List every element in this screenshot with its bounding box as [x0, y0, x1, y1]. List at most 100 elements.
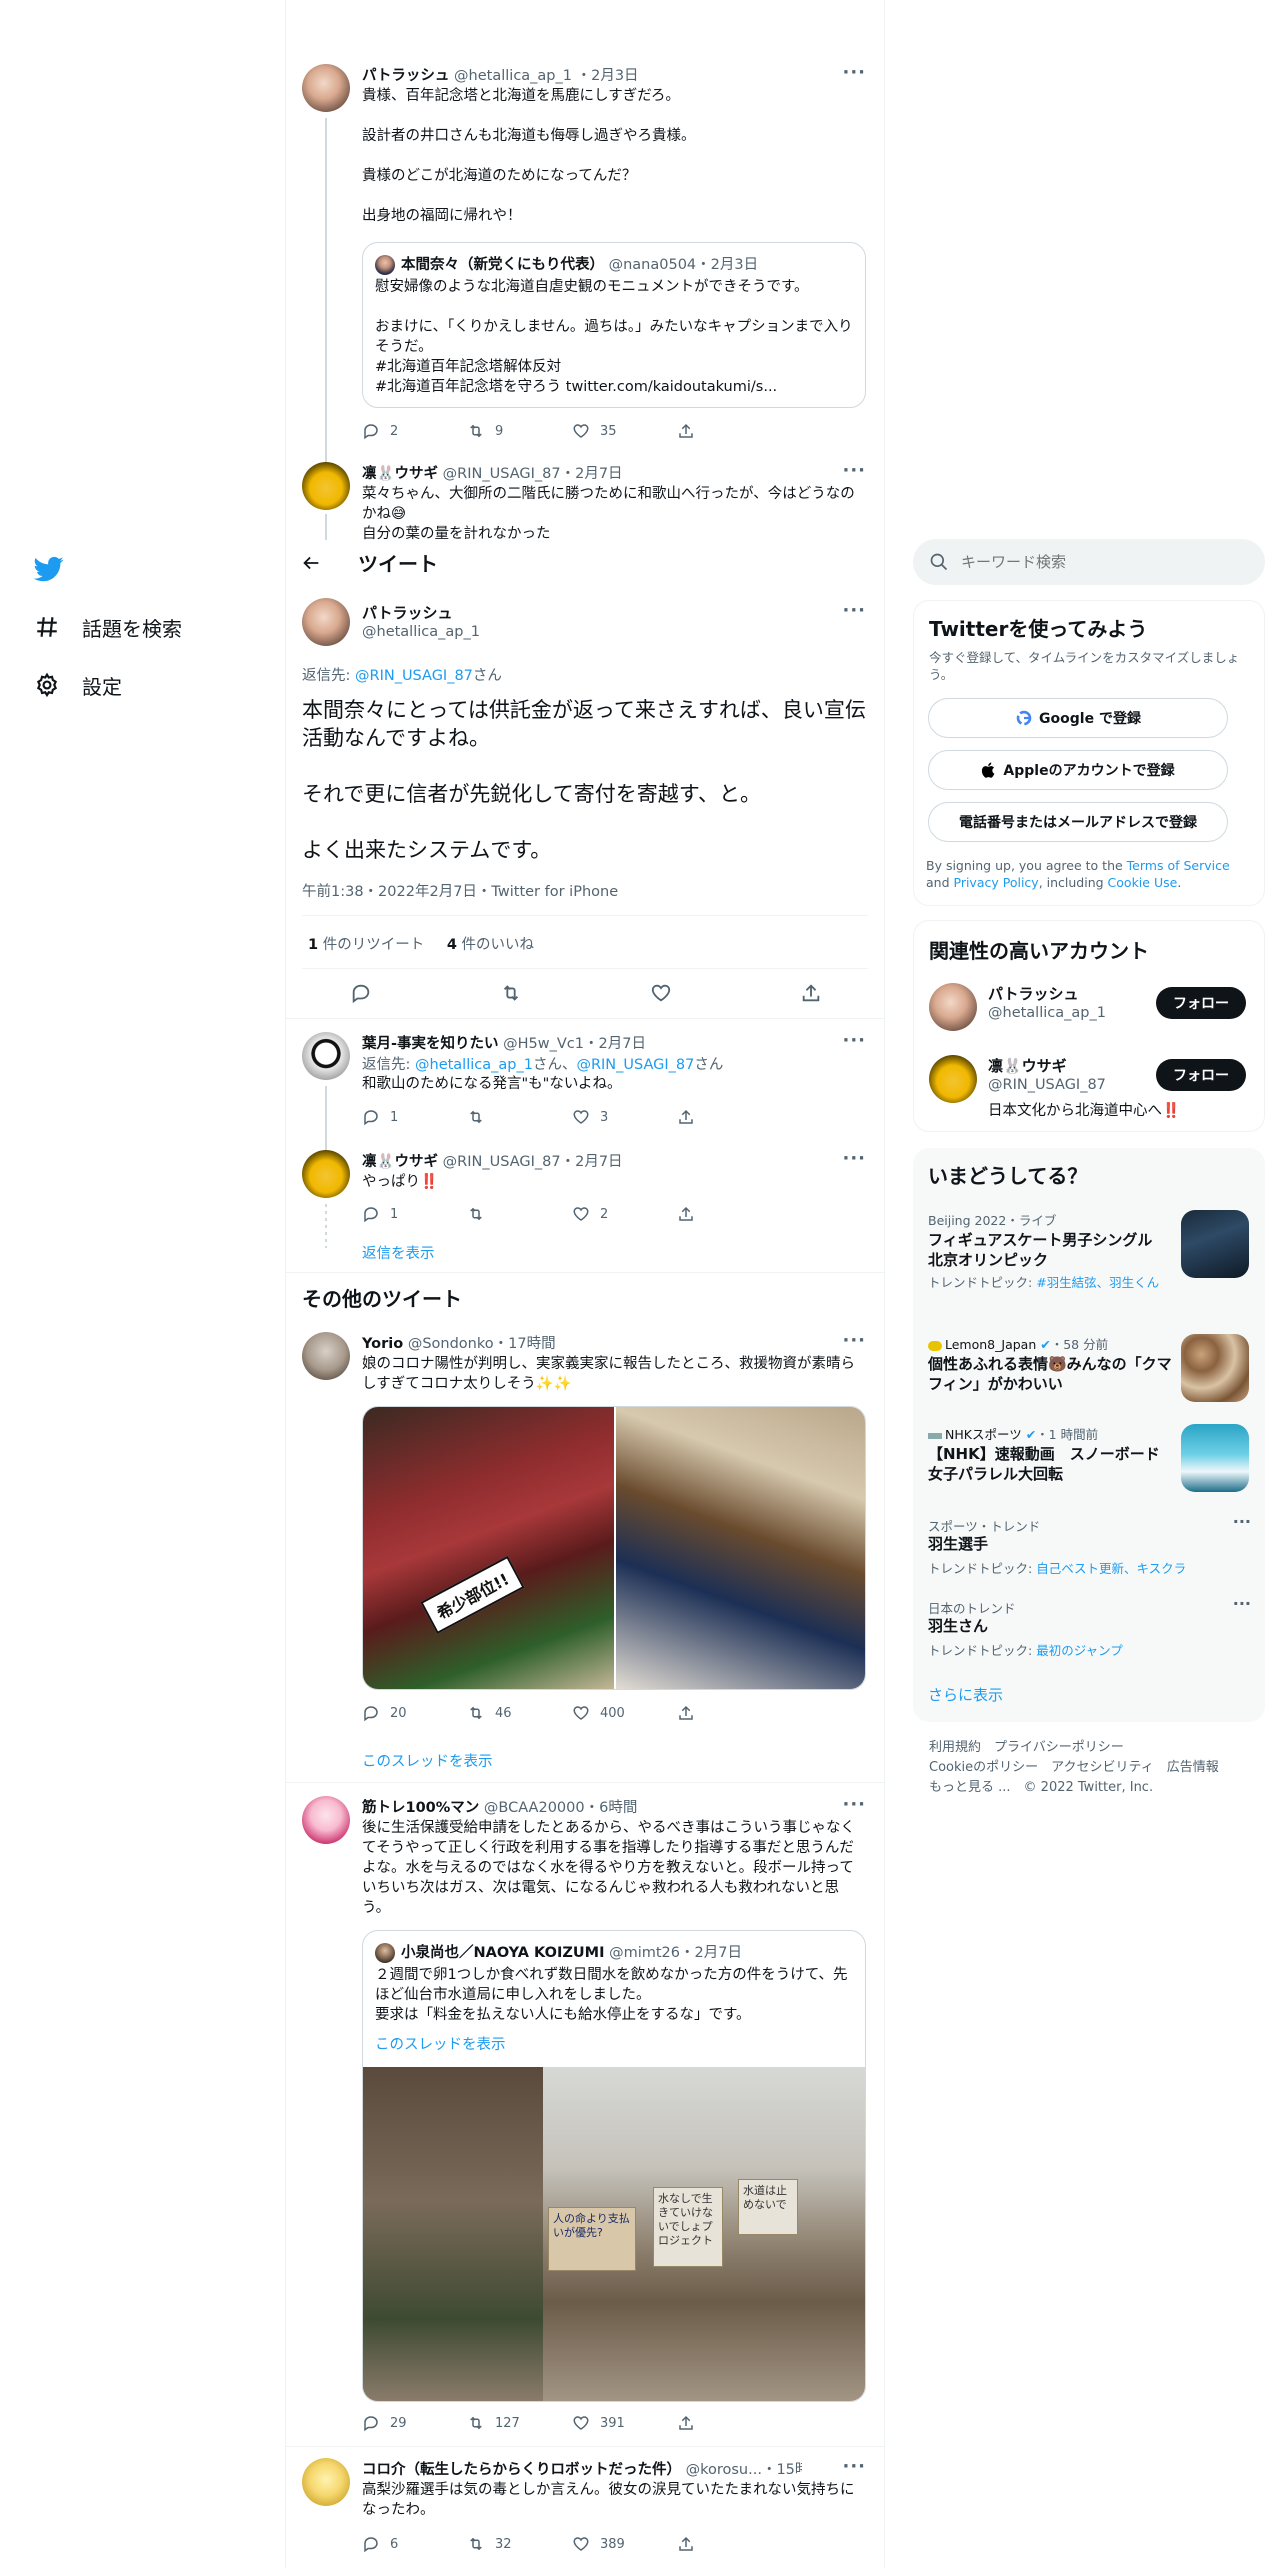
- nav-explore[interactable]: 話題を検索: [30, 598, 260, 656]
- account-name[interactable]: 凛🐰ウサギ: [988, 1055, 1067, 1076]
- more-icon[interactable]: ···: [1233, 1512, 1251, 1531]
- tweet-date[interactable]: 2月7日: [575, 466, 622, 482]
- cookie-link[interactable]: Cookie Use: [1108, 875, 1178, 890]
- apple-signup-button[interactable]: Appleのアカウントで登録: [928, 750, 1228, 790]
- terms-link[interactable]: Terms of Service: [1127, 858, 1230, 873]
- nav-settings[interactable]: 設定: [30, 656, 260, 714]
- show-thread-link[interactable]: このスレッドを表示: [362, 1750, 493, 1771]
- tweet-timestamp[interactable]: 午前1:38・2022年2月7日・Twitter for iPhone: [302, 880, 618, 901]
- footer-link[interactable]: Cookieのポリシー: [929, 1760, 1038, 1775]
- more-icon[interactable]: ···: [842, 1794, 866, 1815]
- author-handle[interactable]: @hetallica_ap_1: [362, 624, 480, 640]
- retweet-button[interactable]: 46: [467, 1704, 572, 1722]
- avatar[interactable]: [302, 1796, 350, 1844]
- trend-topic-link[interactable]: 最初のジャンプ: [1036, 1643, 1123, 1658]
- retweet-button[interactable]: [467, 1108, 572, 1126]
- like-button[interactable]: 3: [572, 1108, 677, 1126]
- reply-icon[interactable]: [350, 982, 372, 1004]
- tweet-date[interactable]: 2月7日: [599, 1036, 646, 1052]
- tweet-date[interactable]: 15時間: [776, 2462, 802, 2478]
- author-handle[interactable]: @Sondonko: [408, 1336, 494, 1352]
- more-icon[interactable]: ···: [842, 62, 866, 83]
- avatar[interactable]: [302, 462, 350, 510]
- retweet-stat[interactable]: 1 件のリツイート: [308, 937, 424, 953]
- author-handle[interactable]: @hetallica_ap_1: [454, 68, 572, 84]
- share-button[interactable]: [677, 2535, 782, 2553]
- tweet-media[interactable]: 希少部位!!: [362, 1406, 866, 1690]
- more-icon[interactable]: ···: [1233, 1594, 1251, 1613]
- reply-to-link[interactable]: @RIN_USAGI_87: [576, 1057, 694, 1073]
- quote-photo[interactable]: 人の命より支払いが優先? 水なしで生きていけないでしょプロジェクト 水道は止めな…: [363, 2067, 865, 2401]
- more-icon[interactable]: ···: [842, 1030, 866, 1051]
- account-handle[interactable]: @RIN_USAGI_87: [988, 1077, 1106, 1093]
- twitter-logo[interactable]: [30, 540, 260, 598]
- search-input[interactable]: [961, 550, 1241, 574]
- food-photo[interactable]: [616, 1407, 865, 1689]
- more-icon[interactable]: ···: [842, 1330, 866, 1351]
- google-signup-button[interactable]: Google で登録: [928, 698, 1228, 738]
- reply-button[interactable]: 2: [362, 422, 467, 440]
- reply-to-link[interactable]: @hetallica_ap_1: [415, 1057, 533, 1073]
- like-stat[interactable]: 4 件のいいね: [447, 937, 534, 953]
- like-button[interactable]: 400: [572, 1704, 677, 1722]
- reply-button[interactable]: 1: [362, 1205, 467, 1223]
- search-box[interactable]: [913, 539, 1265, 585]
- more-icon[interactable]: ···: [842, 1148, 866, 1169]
- author-handle[interactable]: @korosu...: [686, 2462, 762, 2478]
- avatar[interactable]: [929, 1055, 977, 1103]
- author-name[interactable]: コロ介（転生したらからくりロボットだった件）: [362, 2462, 681, 2478]
- reply-button[interactable]: 6: [362, 2535, 467, 2553]
- tweet-date[interactable]: 6時間: [599, 1800, 637, 1816]
- author-handle[interactable]: @H5w_Vc1: [503, 1036, 584, 1052]
- reply-button[interactable]: 29: [362, 2414, 467, 2432]
- quoted-tweet[interactable]: 本間奈々（新党くにもり代表） @nana0504・2月3日 慰安婦像のような北海…: [362, 242, 866, 408]
- retweet-button[interactable]: 9: [467, 422, 572, 440]
- avatar[interactable]: [302, 64, 350, 112]
- author-handle[interactable]: @RIN_USAGI_87: [443, 466, 561, 482]
- footer-link[interactable]: もっと見る ...: [929, 1780, 1011, 1795]
- retweet-button[interactable]: [467, 1205, 572, 1223]
- share-button[interactable]: [677, 1205, 782, 1223]
- author-name[interactable]: 凛🐰ウサギ: [362, 466, 438, 482]
- footer-link[interactable]: 広告情報: [1167, 1760, 1219, 1775]
- food-photo[interactable]: 希少部位!!: [363, 1407, 614, 1689]
- like-button[interactable]: 389: [572, 2535, 677, 2553]
- phone-email-signup-button[interactable]: 電話番号またはメールアドレスで登録: [928, 802, 1228, 842]
- avatar[interactable]: [302, 598, 350, 646]
- tweet-date[interactable]: 17時間: [508, 1336, 555, 1352]
- reply-to-link[interactable]: @RIN_USAGI_87: [355, 668, 473, 684]
- avatar[interactable]: [302, 2458, 350, 2506]
- tweet-date[interactable]: 2月7日: [575, 1154, 622, 1170]
- author-name[interactable]: 葉月-事実を知りたい: [362, 1036, 499, 1052]
- heart-icon[interactable]: [650, 982, 672, 1004]
- author-name[interactable]: パトラッシュ: [362, 602, 452, 623]
- share-button[interactable]: [677, 422, 782, 440]
- like-button[interactable]: 391: [572, 2414, 677, 2432]
- author-handle[interactable]: @RIN_USAGI_87: [443, 1154, 561, 1170]
- author-name[interactable]: 筋トレ100%マン: [362, 1800, 479, 1816]
- follow-button[interactable]: フォロー: [1156, 1059, 1246, 1091]
- trend-topic-link[interactable]: 自己ベスト更新、キスクラ: [1036, 1561, 1186, 1576]
- share-button[interactable]: [677, 1108, 782, 1126]
- quoted-tweet[interactable]: 小泉尚也／NAOYA KOIZUMI @mimt26・2月7日 ２週間で卵1つし…: [362, 1930, 866, 2402]
- back-arrow-icon[interactable]: [300, 552, 322, 574]
- share-button[interactable]: [677, 1704, 782, 1722]
- author-name[interactable]: Yorio: [362, 1336, 403, 1352]
- like-button[interactable]: 2: [572, 1205, 677, 1223]
- more-icon[interactable]: ···: [842, 2456, 866, 2477]
- footer-link[interactable]: プライバシーポリシー: [994, 1740, 1124, 1755]
- share-icon[interactable]: [800, 982, 822, 1004]
- footer-link[interactable]: アクセシビリティ: [1051, 1760, 1154, 1775]
- trend-topic-link[interactable]: #羽生結弦、羽生くん: [1036, 1275, 1159, 1290]
- retweet-button[interactable]: 32: [467, 2535, 572, 2553]
- account-handle[interactable]: @hetallica_ap_1: [988, 1005, 1106, 1021]
- reply-button[interactable]: 1: [362, 1108, 467, 1126]
- avatar[interactable]: [929, 983, 977, 1031]
- author-name[interactable]: 凛🐰ウサギ: [362, 1154, 438, 1170]
- like-button[interactable]: 35: [572, 422, 677, 440]
- show-more-link[interactable]: さらに表示: [928, 1684, 1003, 1705]
- retweet-icon[interactable]: [500, 982, 522, 1004]
- retweet-button[interactable]: 127: [467, 2414, 572, 2432]
- tweet-date[interactable]: 2月3日: [591, 68, 638, 84]
- show-thread-link[interactable]: このスレッドを表示: [375, 2033, 506, 2054]
